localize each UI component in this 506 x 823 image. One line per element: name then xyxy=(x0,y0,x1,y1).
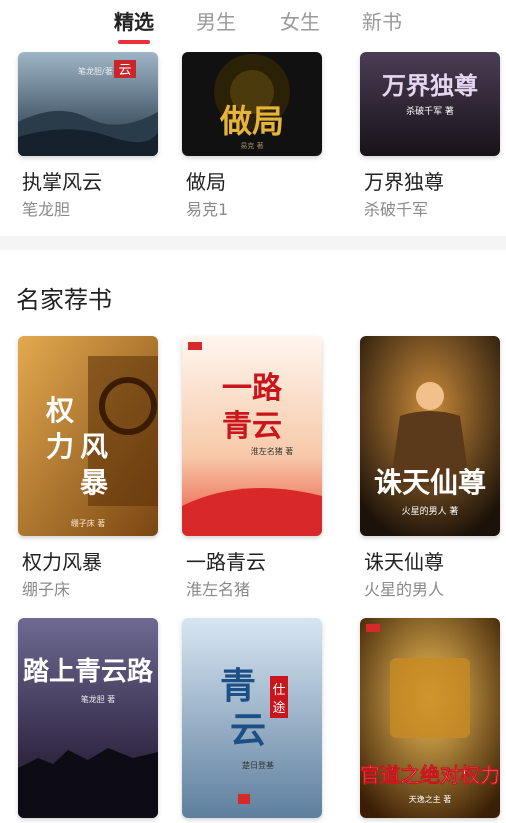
book-title[interactable]: 执掌风云 xyxy=(22,166,102,195)
book-title[interactable]: 权力风暴 xyxy=(22,546,102,575)
book-author: 笔龙胆 xyxy=(22,200,71,219)
cover-text: 诛天仙尊 xyxy=(374,466,486,499)
cover-byline: 绷子床 著 xyxy=(71,518,106,528)
book-cover-zuoju[interactable]: 做局 易克 著 xyxy=(182,52,322,156)
section-divider xyxy=(0,236,506,250)
cover-text: 云 xyxy=(118,63,131,78)
active-tab-indicator xyxy=(118,40,150,44)
svg-text:一路: 一路 xyxy=(222,371,283,406)
cover-text: 官道之绝对权力 xyxy=(360,763,500,787)
cover-byline: 杀破千军 著 xyxy=(406,105,454,117)
cover-byline: 火星的男人 著 xyxy=(402,505,459,517)
book-author: 火星的男人 xyxy=(364,580,445,599)
cover-byline: 笔龙胆/著 xyxy=(78,66,113,76)
tab-new-books[interactable]: 新书 xyxy=(362,6,402,35)
cover-text: 万界独尊 xyxy=(382,72,478,100)
top-tab-bar: 精选 男生 女生 新书 xyxy=(0,0,506,52)
book-cover-zhutian-xianzun[interactable]: 诛天仙尊 火星的男人 著 xyxy=(360,336,500,536)
book-cover-tashang-qingyunlu[interactable]: 踏上青云路 笔龙胆 著 xyxy=(18,618,158,818)
tab-female[interactable]: 女生 xyxy=(280,6,320,35)
cover-text: 做局 xyxy=(219,102,284,140)
cover-byline: 淮左名猪 著 xyxy=(251,446,294,456)
cover-byline: 楚日登基 xyxy=(242,760,274,770)
svg-text:途: 途 xyxy=(272,700,285,716)
svg-text:力: 力 xyxy=(46,430,74,463)
svg-text:青云: 青云 xyxy=(222,409,282,444)
cover-byline: 天逸之主 著 xyxy=(409,794,452,804)
book-cover-guandao-zhi-jueduiquanli[interactable]: 官道之绝对权力 天逸之主 著 xyxy=(360,618,500,818)
book-cover-wanjie-duzun[interactable]: 万界独尊 杀破千军 著 xyxy=(360,52,500,156)
svg-text:权: 权 xyxy=(45,394,74,427)
book-author: 杀破千军 xyxy=(364,200,429,219)
tab-male[interactable]: 男生 xyxy=(196,6,236,35)
svg-text:仕: 仕 xyxy=(272,683,285,698)
svg-text:青: 青 xyxy=(220,666,256,707)
section-title-recommended: 名家荐书 xyxy=(16,286,112,314)
book-cover-quanli-fengbao[interactable]: 权 力 风 暴 绷子床 著 xyxy=(18,336,158,536)
cover-byline: 笔龙胆 著 xyxy=(81,694,116,704)
svg-text:风: 风 xyxy=(80,430,108,463)
tab-featured[interactable]: 精选 xyxy=(114,6,154,35)
book-title[interactable]: 诛天仙尊 xyxy=(364,546,444,575)
cover-text: 踏上青云路 xyxy=(23,656,154,687)
book-cover-zhizhang-fengyun[interactable]: 云 笔龙胆/著 xyxy=(18,52,158,156)
book-cover-yilu-qingyun[interactable]: 一路 青云 淮左名猪 著 xyxy=(182,336,322,536)
book-cover-qingyun-shitu[interactable]: 青 云 仕 途 楚日登基 xyxy=(182,618,322,818)
svg-text:暴: 暴 xyxy=(80,466,109,499)
book-title[interactable]: 一路青云 xyxy=(186,546,266,575)
cover-byline: 易克 著 xyxy=(240,141,263,150)
book-author: 淮左名猪 xyxy=(186,580,251,599)
book-title[interactable]: 万界独尊 xyxy=(364,166,444,195)
book-title[interactable]: 做局 xyxy=(186,166,226,195)
svg-text:云: 云 xyxy=(230,710,266,751)
book-author: 绷子床 xyxy=(22,580,71,599)
book-author: 易克1 xyxy=(186,200,229,219)
